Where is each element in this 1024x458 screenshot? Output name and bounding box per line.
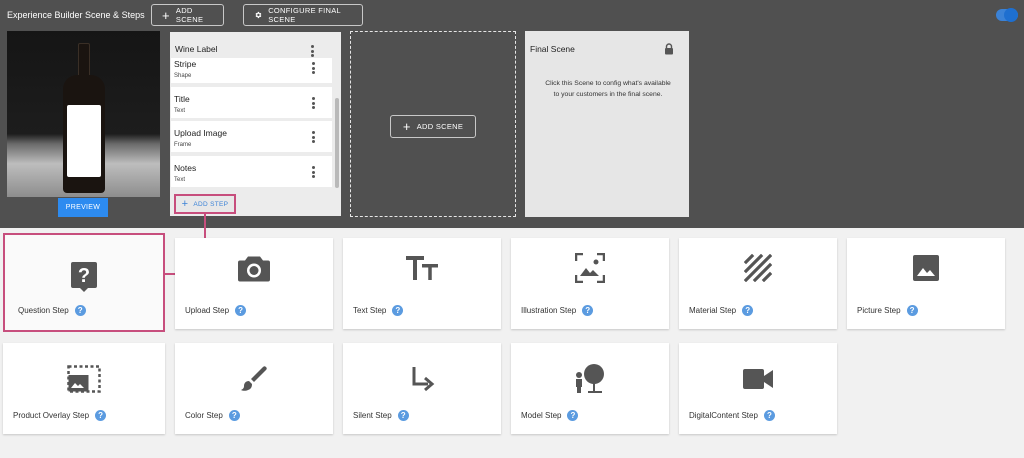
step-tile-picture[interactable]: Picture Step ? [847, 238, 1005, 329]
step-list[interactable]: Stripe Shape Title Text Upload Image Fra… [170, 58, 335, 190]
svg-text:?: ? [78, 265, 90, 287]
help-icon[interactable]: ? [397, 410, 409, 421]
step-tile-label: DigitalContent Step ? [689, 410, 775, 421]
step-tile-product-overlay[interactable]: Product Overlay Step ? [3, 343, 165, 434]
step-tile-label: Model Step ? [521, 410, 579, 421]
help-icon[interactable]: ? [906, 305, 918, 316]
step-item[interactable]: Title Text [171, 87, 332, 118]
step-tile-label: Product Overlay Step ? [13, 410, 107, 421]
step-tile-text: Color Step [185, 411, 223, 420]
step-name: Stripe [174, 59, 197, 69]
step-tile-text: DigitalContent Step [689, 411, 758, 420]
mode-toggle[interactable] [996, 8, 1018, 22]
configure-final-scene-button[interactable]: CONFIGURE FINAL SCENE [243, 4, 363, 26]
step-type: Shape [174, 73, 192, 79]
step-tile-text: Picture Step [857, 306, 901, 315]
add-scene-label: ADD SCENE [175, 6, 204, 24]
help-icon[interactable]: ? [763, 410, 775, 421]
plus-icon: + [402, 119, 411, 134]
page-title: Experience Builder Scene & Steps [7, 10, 145, 20]
step-tile-text: Product Overlay Step [13, 411, 90, 420]
step-type: Text [174, 177, 186, 183]
step-tile-label: Illustration Step ? [521, 305, 594, 316]
step-name: Notes [174, 163, 197, 173]
step-tile-question[interactable]: ? Question Step ? [3, 233, 165, 332]
step-type: Frame [174, 142, 192, 148]
step-item[interactable]: Stripe Shape [171, 58, 332, 83]
preview-button[interactable]: PREVIEW [58, 198, 108, 217]
step-item[interactable]: Notes Text [171, 156, 332, 187]
plus-icon: + [162, 7, 170, 23]
step-name: Upload Image [174, 128, 227, 138]
text-icon [406, 256, 438, 280]
question-icon: ? [70, 261, 98, 293]
final-scene-description: Click this Scene to config what's availa… [545, 80, 671, 98]
bottle-label [67, 105, 101, 177]
step-tile-text: Illustration Step [521, 306, 577, 315]
step-tile-label: Picture Step ? [857, 305, 918, 316]
step-tile-upload[interactable]: Upload Step ? [175, 238, 333, 329]
step-tile-text: Question Step [18, 306, 69, 315]
add-scene-card-label: ADD SCENE [416, 122, 464, 131]
final-scene-card[interactable]: Final Scene Click this Scene to config w… [525, 31, 689, 217]
camera-icon [238, 255, 270, 282]
overlay-icon [67, 365, 101, 393]
illustration-icon [575, 253, 605, 283]
help-icon[interactable]: ? [228, 410, 240, 421]
step-name: Title [174, 94, 190, 104]
add-step-button[interactable]: + ADD STEP [174, 194, 236, 214]
step-tile-material[interactable]: Material Step ? [679, 238, 837, 329]
step-tile-digital-content[interactable]: DigitalContent Step ? [679, 343, 837, 434]
lock-icon [665, 43, 673, 55]
add-scene-card-button[interactable]: + ADD SCENE [390, 115, 476, 138]
gear-icon [255, 11, 262, 19]
step-more-icon[interactable] [312, 166, 315, 180]
step-tile-text: Text Step [353, 306, 387, 315]
add-step-label: ADD STEP [193, 200, 229, 208]
image-icon [912, 254, 940, 282]
help-icon[interactable]: ? [742, 305, 754, 316]
scene-card[interactable]: Wine Label Stripe Shape Title Text Uploa… [170, 32, 341, 216]
step-tile-label: Text Step ? [353, 305, 404, 316]
step-tile-text: Silent Step [353, 411, 392, 420]
step-type: Text [174, 108, 186, 114]
step-tile-text: Material Step [689, 306, 737, 315]
scene-more-icon[interactable] [311, 45, 314, 59]
bottle-neck [78, 43, 90, 77]
brush-icon [240, 365, 268, 393]
texture-icon [744, 254, 772, 282]
help-icon[interactable]: ? [567, 410, 579, 421]
help-icon[interactable]: ? [74, 305, 86, 316]
step-tile-label: Silent Step ? [353, 410, 409, 421]
step-tile-model[interactable]: Model Step ? [511, 343, 669, 434]
step-tile-label: Upload Step ? [185, 305, 247, 316]
scene-title: Wine Label [175, 44, 218, 54]
step-more-icon[interactable] [312, 97, 315, 111]
configure-final-label: CONFIGURE FINAL SCENE [268, 6, 341, 24]
help-icon[interactable]: ? [392, 305, 404, 316]
model-icon [574, 363, 606, 395]
step-list-scrollbar[interactable] [335, 98, 339, 188]
step-tile-label: Material Step ? [689, 305, 754, 316]
step-tile-text: Model Step [521, 411, 562, 420]
step-tile-label: Color Step ? [185, 410, 240, 421]
step-tile-silent[interactable]: Silent Step ? [343, 343, 501, 434]
final-scene-title: Final Scene [530, 44, 575, 54]
arrow-turn-icon [409, 365, 435, 393]
step-more-icon[interactable] [312, 131, 315, 145]
plus-icon: + [181, 198, 189, 210]
step-tile-color[interactable]: Color Step ? [175, 343, 333, 434]
help-icon[interactable]: ? [235, 305, 247, 316]
help-icon[interactable]: ? [582, 305, 594, 316]
help-icon[interactable]: ? [95, 410, 107, 421]
step-tile-text[interactable]: Text Step ? [343, 238, 501, 329]
step-tile-label: Question Step ? [18, 305, 86, 316]
product-preview-image [7, 31, 160, 197]
video-icon [742, 368, 774, 390]
step-more-icon[interactable] [312, 62, 315, 76]
step-tile-illustration[interactable]: Illustration Step ? [511, 238, 669, 329]
add-scene-button[interactable]: + ADD SCENE [151, 4, 224, 26]
step-item[interactable]: Upload Image Frame [171, 121, 332, 152]
step-tile-text: Upload Step [185, 306, 230, 315]
